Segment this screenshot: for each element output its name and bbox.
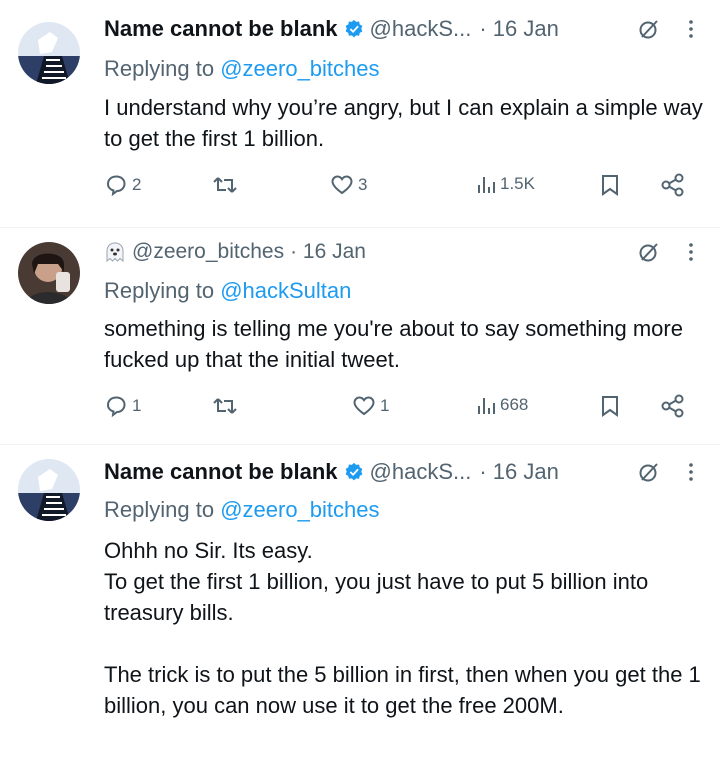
reply-count: 1 bbox=[132, 396, 142, 415]
more-icon[interactable] bbox=[682, 17, 700, 41]
views-button[interactable]: 1.5K bbox=[476, 173, 535, 195]
tweet-header: Name cannot be blank @hackS... · 16 Jan bbox=[104, 16, 700, 42]
views-icon bbox=[478, 398, 495, 414]
tweet-actions: 2 3 1.5K bbox=[104, 173, 694, 203]
replying-mention[interactable]: @zeero_bitches bbox=[220, 56, 379, 81]
retweet-icon bbox=[213, 398, 237, 414]
bookmark-button[interactable] bbox=[600, 173, 620, 197]
verified-badge-icon bbox=[345, 462, 362, 481]
bookmark-button[interactable] bbox=[600, 394, 620, 418]
views-icon bbox=[478, 177, 495, 193]
tweet-date[interactable]: · 16 Jan bbox=[479, 16, 559, 42]
more-icon[interactable] bbox=[682, 240, 700, 264]
tweet-header: Name cannot be blank @hackS... · 16 Jan bbox=[104, 459, 700, 485]
share-icon bbox=[661, 394, 684, 418]
tweet-date[interactable]: · 16 Jan bbox=[290, 240, 366, 264]
replying-to-line: Replying to @zeero_bitches bbox=[104, 56, 380, 82]
bookmark-icon bbox=[602, 175, 618, 196]
tweet-text-paragraph: I understand why you’re angry, but I can… bbox=[104, 95, 703, 151]
replying-label: Replying to bbox=[104, 497, 215, 522]
tweet-text: something is telling me you're about to … bbox=[104, 313, 704, 375]
share-icon bbox=[661, 173, 684, 197]
tweet-text-paragraph: something is telling me you're about to … bbox=[104, 316, 683, 372]
tweet-text-paragraph: Ohhh no Sir. Its easy. bbox=[104, 538, 313, 563]
display-name[interactable]: Name cannot be blank bbox=[104, 16, 338, 42]
replying-mention[interactable]: @zeero_bitches bbox=[220, 497, 379, 522]
grok-icon[interactable] bbox=[638, 241, 660, 263]
tweet-3[interactable]: Name cannot be blank @hackS... · 16 Jan … bbox=[0, 445, 720, 760]
share-button[interactable] bbox=[660, 173, 686, 197]
reply-icon bbox=[106, 175, 126, 197]
grok-icon[interactable] bbox=[638, 461, 660, 483]
like-icon bbox=[353, 396, 375, 416]
replying-to-line: Replying to @zeero_bitches bbox=[104, 497, 380, 523]
avatar-hacksultan[interactable] bbox=[18, 459, 80, 521]
ghost-emoji-icon bbox=[106, 242, 124, 263]
more-icon[interactable] bbox=[682, 460, 700, 484]
view-count: 1.5K bbox=[500, 174, 535, 193]
replying-label: Replying to bbox=[104, 56, 215, 81]
views-button[interactable]: 668 bbox=[476, 394, 528, 416]
like-icon bbox=[331, 175, 353, 195]
user-handle[interactable]: @hackS... bbox=[370, 459, 472, 485]
tweet-header: @zeero_bitches · 16 Jan bbox=[104, 240, 700, 264]
reply-button[interactable]: 2 bbox=[104, 173, 141, 197]
display-name[interactable]: Name cannot be blank bbox=[104, 459, 338, 485]
replying-mention[interactable]: @hackSultan bbox=[220, 278, 351, 303]
reply-count: 2 bbox=[132, 175, 142, 194]
retweet-button[interactable] bbox=[212, 173, 238, 197]
bookmark-icon bbox=[602, 396, 618, 417]
retweet-icon bbox=[213, 177, 237, 193]
reply-button[interactable]: 1 bbox=[104, 394, 141, 418]
user-handle[interactable]: @hackS... bbox=[370, 16, 472, 42]
user-handle[interactable]: @zeero_bitches bbox=[132, 240, 284, 264]
like-count: 3 bbox=[358, 175, 368, 194]
tweet-text: Ohhh no Sir. Its easy. To get the first … bbox=[104, 535, 704, 721]
avatar-hacksultan[interactable] bbox=[18, 22, 80, 84]
view-count: 668 bbox=[500, 395, 529, 414]
like-button[interactable]: 3 bbox=[330, 173, 367, 197]
retweet-button[interactable] bbox=[212, 394, 238, 418]
tweet-1[interactable]: Name cannot be blank @hackS... · 16 Jan … bbox=[0, 0, 720, 226]
replying-to-line: Replying to @hackSultan bbox=[104, 278, 351, 304]
tweet-actions: 1 1 668 bbox=[104, 394, 694, 424]
grok-icon[interactable] bbox=[638, 18, 660, 40]
tweet-text-paragraph: The trick is to put the 5 billion in fir… bbox=[104, 662, 701, 718]
reply-icon bbox=[106, 396, 126, 418]
verified-badge-icon bbox=[345, 19, 362, 38]
tweet-2[interactable]: @zeero_bitches · 16 Jan Replying to @hac… bbox=[0, 228, 720, 444]
tweet-date[interactable]: · 16 Jan bbox=[479, 459, 559, 485]
tweet-text-blank-line bbox=[104, 628, 704, 659]
tweet-text: I understand why you’re angry, but I can… bbox=[104, 92, 704, 154]
tweet-text-paragraph: To get the first 1 billion, you just hav… bbox=[104, 569, 649, 625]
like-count: 1 bbox=[380, 396, 390, 415]
share-button[interactable] bbox=[660, 394, 686, 418]
like-button[interactable]: 1 bbox=[352, 394, 389, 418]
replying-label: Replying to bbox=[104, 278, 215, 303]
avatar-zeero-bitches[interactable] bbox=[18, 242, 80, 304]
